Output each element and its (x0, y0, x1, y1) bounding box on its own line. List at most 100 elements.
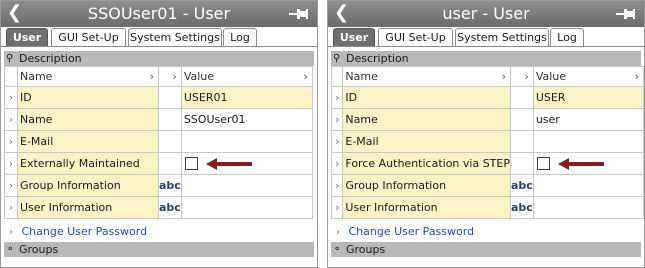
row-expand-icon[interactable]: › (330, 174, 344, 197)
attribute-name: Group Information (342, 174, 511, 197)
abc-icon: abc (509, 196, 534, 219)
chevron-left-icon[interactable]: ❮ (334, 3, 349, 23)
chevron-right-icon[interactable]: › (502, 68, 506, 86)
attribute-name: User Information (17, 196, 159, 219)
tab-bar: User GUI Set-Up System Settings Log (4, 28, 317, 48)
row-expand-icon: › (9, 227, 13, 238)
attribute-value[interactable] (532, 174, 645, 197)
chevron-right-icon[interactable]: › (635, 68, 639, 86)
attribute-value[interactable]: USER01 (180, 86, 313, 109)
window-title: user - User (442, 4, 530, 23)
row-expand-icon: › (336, 227, 340, 238)
collapse-icon[interactable]: ⚲ (333, 52, 345, 65)
row-expand-icon[interactable]: › (330, 130, 344, 153)
tab-user[interactable]: User (6, 28, 48, 47)
row-expand-icon[interactable]: › (330, 86, 344, 109)
table-row[interactable]: › Externally Maintained (4, 152, 313, 175)
attribute-value[interactable] (532, 196, 645, 219)
tab-gui-set-up[interactable]: GUI Set-Up (51, 28, 126, 47)
table-row[interactable]: › E-Mail (330, 130, 645, 153)
tab-log[interactable]: Log (223, 28, 257, 47)
change-user-password-link[interactable]: Change User Password (349, 225, 475, 238)
grid-header-row: Name › › Value › (330, 66, 645, 87)
tab-log[interactable]: Log (550, 28, 584, 47)
row-expand-icon[interactable]: › (330, 152, 344, 175)
table-row[interactable]: › Name user (330, 108, 645, 131)
row-expand-icon[interactable]: › (4, 86, 18, 109)
table-row[interactable]: › ID USER (330, 86, 645, 109)
chevron-right-icon[interactable]: › (303, 68, 307, 86)
abc-icon: abc (509, 174, 534, 197)
table-row[interactable]: › E-Mail (4, 130, 313, 153)
groups-section-header[interactable]: ⚬ Groups (331, 242, 641, 257)
attribute-name: Externally Maintained (17, 152, 159, 175)
window-title: SSOUser01 - User (87, 4, 231, 23)
attribute-value[interactable]: USER (532, 86, 645, 109)
attribute-name: Name (17, 108, 159, 131)
attribute-value[interactable] (180, 196, 313, 219)
tab-bar: User GUI Set-Up System Settings Log (331, 28, 644, 48)
arrow-left-icon (557, 158, 604, 170)
chevron-right-icon[interactable]: › (150, 68, 154, 86)
section-title: Groups (19, 243, 59, 256)
force-authentication-checkbox[interactable] (536, 156, 550, 170)
groups-section-header[interactable]: ⚬ Groups (4, 242, 314, 257)
chevron-left-icon[interactable]: ❮ (7, 3, 22, 23)
row-expand-icon[interactable]: › (4, 174, 18, 197)
description-section-header[interactable]: ⚲ Description (331, 51, 641, 66)
table-row[interactable]: › ID USER01 (4, 86, 313, 109)
table-row[interactable]: › Group Information abc (4, 174, 313, 197)
section-title: Groups (346, 243, 386, 256)
change-password-row: › Change User Password (4, 223, 314, 241)
attribute-value-cell (180, 152, 313, 175)
table-row[interactable]: › User Information abc (330, 196, 645, 219)
attribute-name: User Information (342, 196, 511, 219)
chevron-right-icon[interactable]: › (172, 68, 176, 86)
row-expand-icon[interactable]: › (4, 196, 18, 219)
user-editor-panel-right: ❮ user - User User GUI Set-Up System Set… (327, 0, 645, 268)
attribute-name: Name (342, 108, 511, 131)
table-row[interactable]: › Group Information abc (330, 174, 645, 197)
attribute-name: E-Mail (17, 130, 159, 153)
row-expand-icon[interactable]: › (4, 108, 18, 131)
abc-icon: abc (158, 174, 182, 197)
table-row[interactable]: › Force Authentication via STEP (330, 152, 645, 175)
column-header-value[interactable]: Value › (532, 66, 645, 87)
attribute-value[interactable]: user (532, 108, 645, 131)
collapse-icon[interactable]: ⚲ (6, 52, 18, 65)
externally-maintained-checkbox[interactable] (184, 156, 198, 170)
row-expand-icon[interactable]: › (330, 196, 344, 219)
attribute-name: Force Authentication via STEP (342, 152, 511, 175)
change-password-row: › Change User Password (331, 223, 641, 241)
attribute-value[interactable] (532, 130, 645, 153)
section-title: Description (346, 52, 409, 65)
table-row[interactable]: › User Information abc (4, 196, 313, 219)
tab-user[interactable]: User (333, 28, 375, 47)
expand-icon[interactable]: ⚬ (333, 243, 345, 256)
description-section-header[interactable]: ⚲ Description (4, 51, 314, 66)
attribute-value[interactable] (180, 130, 313, 153)
column-header-name[interactable]: Name › (17, 66, 159, 87)
column-header-name[interactable]: Name › (342, 66, 511, 87)
section-title: Description (19, 52, 82, 65)
attribute-value[interactable] (180, 174, 313, 197)
chevron-right-icon[interactable]: › (524, 68, 528, 86)
change-user-password-link[interactable]: Change User Password (22, 225, 148, 238)
arrow-left-icon (205, 158, 252, 170)
title-bar: ❮ user - User (328, 1, 644, 27)
tab-system-settings[interactable]: System Settings (128, 28, 222, 47)
attribute-value[interactable]: SSOUser01 (180, 108, 313, 131)
table-row[interactable]: › Name SSOUser01 (4, 108, 313, 131)
attribute-name: ID (17, 86, 159, 109)
column-header-value[interactable]: Value › (180, 66, 313, 87)
pin-icon[interactable] (287, 6, 309, 22)
tab-gui-set-up[interactable]: GUI Set-Up (378, 28, 453, 47)
pin-icon[interactable] (614, 6, 636, 22)
expand-icon[interactable]: ⚬ (6, 243, 18, 256)
row-expand-icon[interactable]: › (4, 130, 18, 153)
tab-system-settings[interactable]: System Settings (455, 28, 549, 47)
row-expand-icon[interactable]: › (4, 152, 18, 175)
attribute-grid: Name › › Value › › ID USER01 › Name SSOU… (4, 66, 313, 219)
row-expand-icon[interactable]: › (330, 108, 344, 131)
attribute-name: Group Information (17, 174, 159, 197)
